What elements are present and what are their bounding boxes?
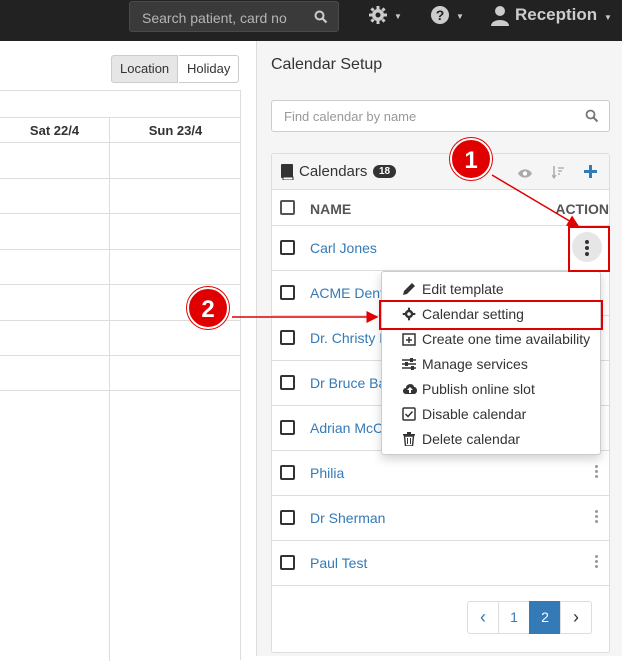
annotation-step-2: 2: [187, 287, 229, 329]
annotation-arrows: [232, 174, 580, 323]
annotation-arrow-1: [491, 174, 580, 227]
annotation-step-1: 1: [450, 138, 492, 180]
